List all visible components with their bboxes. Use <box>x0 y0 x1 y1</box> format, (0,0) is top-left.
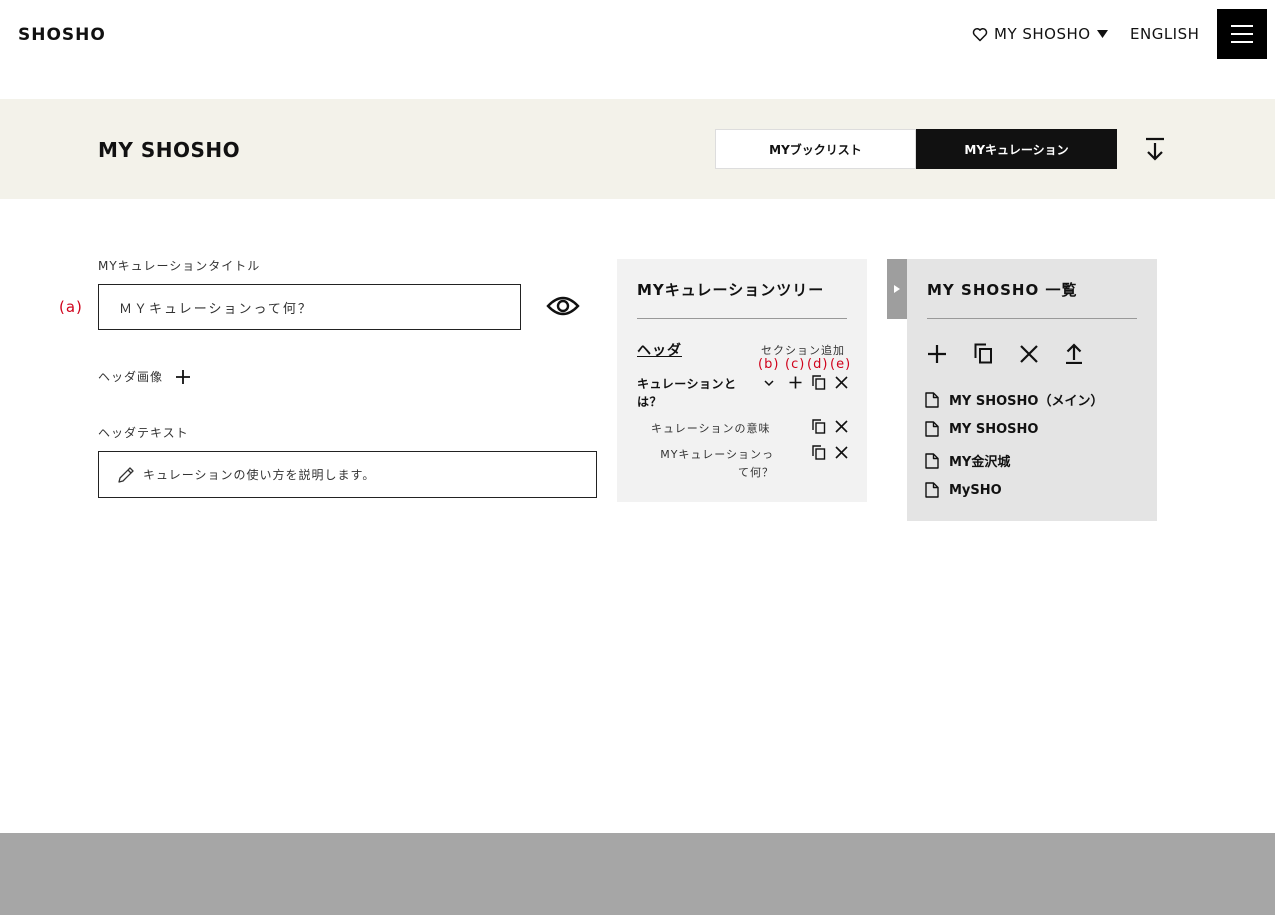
list-item[interactable]: MY SHOSHO <box>925 421 1038 437</box>
download-icon <box>1143 137 1167 163</box>
tree-subsection-item[interactable]: キュレーションの意味 <box>651 420 771 436</box>
hamburger-menu-button[interactable] <box>1217 9 1267 59</box>
language-link[interactable]: ENGLISH <box>1130 25 1199 43</box>
header-text-value: キュレーションの使い方を説明します。 <box>143 468 376 482</box>
list-item[interactable]: MY SHOSHO（メイン） <box>925 390 1103 409</box>
my-shosho-label: MY SHOSHO <box>994 25 1091 43</box>
document-icon <box>925 391 939 408</box>
tree-section-item[interactable]: キュレーションとは？ <box>637 375 749 411</box>
caret-right-icon <box>894 285 900 293</box>
list-item[interactable]: MY金沢城 <box>925 451 1010 470</box>
tab-my-curation[interactable]: MYキュレーション <box>916 129 1117 169</box>
preview-button[interactable] <box>546 293 580 319</box>
close-icon <box>1020 345 1038 363</box>
copy-icon <box>812 445 826 460</box>
copy-subsection-button[interactable] <box>812 445 826 460</box>
tab-my-booklist[interactable]: MYブックリスト <box>715 129 916 169</box>
list-panel-toggle[interactable] <box>887 259 907 319</box>
header-text-label: ヘッダテキスト <box>98 426 189 440</box>
header-image-label: ヘッダ画像 <box>98 370 164 384</box>
eye-icon <box>546 293 580 319</box>
document-icon <box>925 482 939 498</box>
copy-list-button[interactable] <box>974 343 993 364</box>
upload-icon <box>1066 343 1082 364</box>
add-subsection-button[interactable] <box>789 376 802 389</box>
hamburger-icon <box>1231 25 1253 43</box>
tree-subsection-item[interactable]: MYキュレーションって何？ <box>650 446 774 482</box>
add-section-link[interactable]: セクション追加 <box>761 342 845 358</box>
my-shosho-menu[interactable]: MY SHOSHO <box>972 25 1108 43</box>
list-item-label: MY金沢城 <box>949 455 1011 470</box>
add-list-button[interactable] <box>927 344 947 364</box>
list-item-label: MY SHOSHO <box>949 421 1039 437</box>
plus-icon <box>928 345 946 363</box>
download-button[interactable] <box>1143 137 1167 163</box>
annotation-marker-e: (e) <box>830 357 852 372</box>
chevron-down-icon <box>764 380 774 387</box>
tree-header-link[interactable]: ヘッダ <box>637 340 682 360</box>
annotation-marker-a: (a) <box>59 298 83 316</box>
header-image-row: ヘッダ画像 <box>98 368 191 385</box>
curation-tree-title: MYキュレーションツリー <box>637 281 825 299</box>
delete-subsection-button[interactable] <box>835 446 848 459</box>
pencil-icon <box>117 466 135 484</box>
collapse-button[interactable] <box>763 378 775 388</box>
annotation-marker-c: (c) <box>785 357 806 372</box>
caret-down-icon <box>1096 30 1108 38</box>
list-item[interactable]: MySHO <box>925 482 1002 498</box>
divider <box>927 318 1137 319</box>
copy-subsection-button[interactable] <box>812 419 826 434</box>
upload-list-button[interactable] <box>1065 343 1083 364</box>
curation-title-label: MYキュレーションタイトル <box>98 259 261 273</box>
delete-list-button[interactable] <box>1020 345 1038 363</box>
copy-section-button[interactable] <box>812 375 826 390</box>
delete-section-button[interactable] <box>835 376 848 389</box>
list-panel-title: MY SHOSHO 一覧 <box>927 281 1078 299</box>
header-text-field[interactable]: キュレーションの使い方を説明します。 <box>98 451 597 498</box>
annotation-marker-b: (b) <box>758 357 780 372</box>
site-logo[interactable]: SHOSHO <box>18 25 106 45</box>
plus-icon <box>789 376 802 389</box>
page-footer <box>0 833 1275 915</box>
add-header-image-button[interactable] <box>175 369 191 385</box>
copy-icon <box>812 419 826 434</box>
heart-icon <box>972 27 988 42</box>
document-icon <box>925 421 939 437</box>
plus-icon <box>176 369 191 384</box>
divider <box>637 318 847 319</box>
annotation-marker-d: (d) <box>807 357 829 372</box>
close-icon <box>835 420 848 433</box>
page-title: MY SHOSHO <box>98 138 241 162</box>
document-icon <box>925 452 939 469</box>
delete-subsection-button[interactable] <box>835 420 848 433</box>
close-icon <box>835 376 848 389</box>
list-item-label: MY SHOSHO（メイン） <box>949 394 1104 409</box>
curation-title-input[interactable] <box>98 284 521 330</box>
list-item-label: MySHO <box>949 482 1002 498</box>
close-icon <box>835 446 848 459</box>
copy-icon <box>974 343 992 364</box>
copy-icon <box>812 375 826 390</box>
